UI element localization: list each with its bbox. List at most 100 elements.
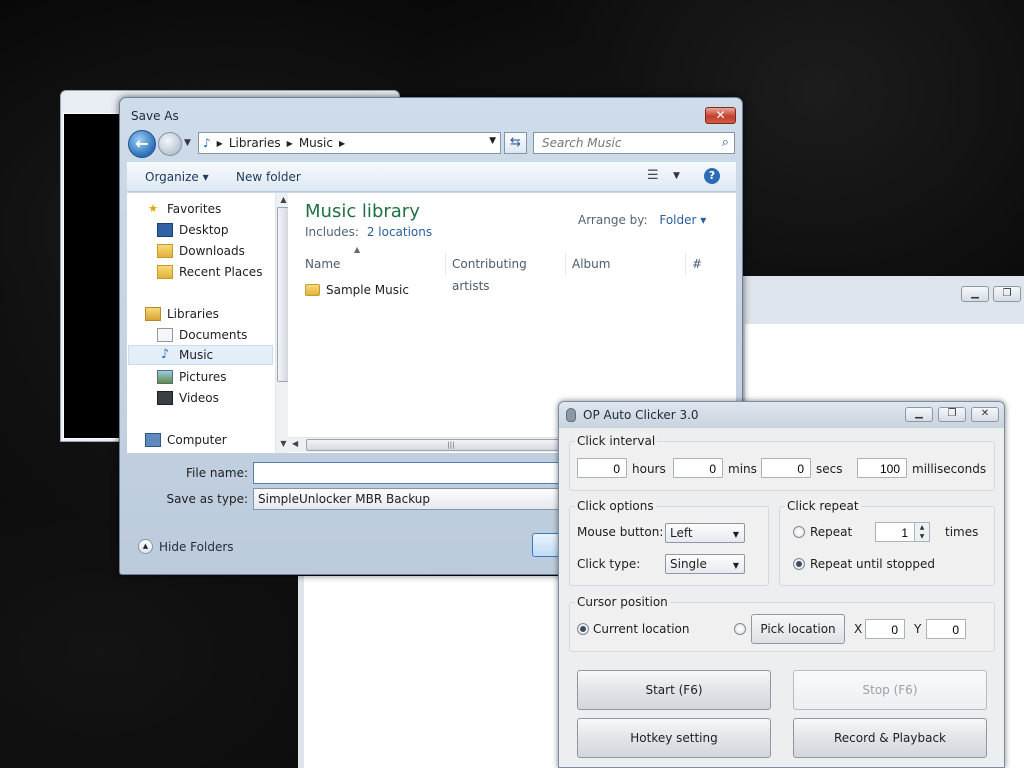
repeat-label: Repeat	[810, 525, 853, 539]
back-button[interactable]: ←	[128, 130, 156, 158]
command-toolbar: Organize ▾ New folder ☰ ▼ ?	[127, 162, 736, 192]
record-playback-button[interactable]: Record & Playback	[793, 718, 987, 758]
secs-input[interactable]	[761, 458, 811, 478]
y-label: Y	[914, 622, 922, 636]
view-dropdown-icon[interactable]: ▼	[673, 171, 680, 181]
y-input[interactable]	[926, 619, 966, 639]
window-title: OP Auto Clicker 3.0	[583, 408, 699, 422]
file-name: Sample Music	[326, 283, 409, 297]
breadcrumb-libraries[interactable]: Libraries	[229, 136, 281, 150]
start-button[interactable]: Start (F6)	[577, 670, 771, 710]
repeat-until-stopped-radio[interactable]	[793, 558, 805, 570]
click-interval-label: Click interval	[575, 434, 658, 448]
refresh-button[interactable]: ⇆	[504, 132, 527, 154]
hide-folders-button[interactable]: ▲ Hide Folders	[138, 539, 234, 554]
column-header-number[interactable]: #	[685, 253, 725, 275]
videos-icon	[157, 391, 173, 405]
hotkey-setting-button[interactable]: Hotkey setting	[577, 718, 771, 758]
view-options-icon[interactable]: ☰	[647, 168, 659, 183]
restore-icon[interactable]: ❐	[993, 286, 1021, 302]
arrange-by-dropdown[interactable]: Folder ▾	[659, 213, 706, 227]
click-repeat-group	[779, 506, 995, 586]
current-location-radio[interactable]	[577, 623, 589, 635]
star-icon: ★	[148, 202, 158, 215]
x-input[interactable]	[865, 619, 905, 639]
nav-item-music[interactable]: ♪ Music	[128, 345, 273, 365]
pictures-icon	[157, 370, 173, 384]
file-name-label: File name:	[186, 466, 248, 480]
desktop-icon	[157, 223, 173, 237]
chevron-up-icon: ▲	[138, 539, 153, 554]
computer-icon	[145, 433, 161, 447]
stop-button[interactable]: Stop (F6)	[793, 670, 987, 710]
address-bar[interactable]: ♪ ▶ Libraries ▶ Music ▶ ▼	[198, 132, 501, 154]
dialog-title: Save As	[131, 109, 179, 123]
minimize-icon[interactable]: ▁	[961, 286, 989, 302]
milliseconds-label: milliseconds	[912, 462, 987, 476]
recent-places-icon	[157, 265, 173, 279]
search-input[interactable]: Search Music ⌕	[533, 132, 735, 154]
click-type-label: Click type:	[577, 557, 641, 571]
milliseconds-input[interactable]	[857, 458, 907, 478]
save-as-type-select[interactable]: SimpleUnlocker MBR Backup	[253, 488, 563, 510]
secs-label: secs	[816, 462, 843, 476]
breadcrumb-music[interactable]: Music	[299, 136, 333, 150]
column-header-album[interactable]: Album	[565, 253, 685, 275]
pick-location-button[interactable]: Pick location	[751, 614, 845, 644]
click-options-label: Click options	[575, 499, 656, 513]
column-header-name[interactable]: Name	[299, 253, 445, 275]
file-name-input[interactable]	[253, 462, 563, 484]
address-dropdown-icon[interactable]: ▼	[489, 136, 496, 146]
documents-icon	[157, 328, 173, 342]
search-icon[interactable]: ⌕	[722, 135, 729, 150]
chevron-right-icon[interactable]: ▶	[339, 139, 345, 148]
click-options-group	[569, 506, 769, 586]
locations-link[interactable]: 2 locations	[367, 225, 432, 239]
library-title: Music library	[305, 201, 420, 222]
hours-label: hours	[632, 462, 666, 476]
music-note-icon: ♪	[160, 347, 170, 362]
mouse-icon	[566, 408, 576, 422]
minimize-icon[interactable]: ▁	[905, 407, 933, 422]
mouse-button-label: Mouse button:	[577, 525, 664, 539]
close-icon[interactable]: ✕	[971, 407, 999, 422]
repeat-stepper[interactable]: ▲ ▼	[914, 522, 930, 542]
hours-input[interactable]	[577, 458, 627, 478]
pick-location-radio[interactable]	[734, 623, 746, 635]
nav-item-favorites[interactable]: ★ Favorites	[145, 199, 291, 219]
help-icon[interactable]: ?	[704, 168, 720, 184]
chevron-down-icon: ▼	[732, 561, 739, 570]
repeat-until-stopped-label: Repeat until stopped	[810, 557, 935, 571]
current-location-label: Current location	[593, 622, 690, 636]
organize-button[interactable]: Organize ▾	[145, 170, 209, 184]
repeat-count-input[interactable]	[875, 522, 915, 542]
repeat-radio[interactable]	[793, 526, 805, 538]
list-item[interactable]: Sample Music	[305, 283, 409, 297]
column-header-contributing-artists[interactable]: Contributing artists	[445, 253, 565, 293]
library-includes: Includes: 2 locations	[305, 225, 433, 239]
mouse-button-dropdown[interactable]: Left ▼	[665, 523, 745, 543]
forward-button[interactable]	[158, 132, 182, 156]
scroll-left-icon[interactable]: ◀	[292, 439, 298, 448]
history-dropdown-icon[interactable]: ▼	[184, 138, 191, 148]
mins-input[interactable]	[673, 458, 723, 478]
click-repeat-label: Click repeat	[785, 499, 861, 513]
click-type-dropdown[interactable]: Single ▼	[665, 554, 745, 574]
hscroll-thumb[interactable]: |||	[306, 439, 596, 451]
arrange-by: Arrange by: Folder ▾	[578, 213, 707, 227]
folder-icon	[305, 284, 320, 296]
navigation-pane: ★ Favorites Desktop Downloads Recent Plac…	[127, 193, 290, 453]
chevron-right-icon[interactable]: ▶	[217, 139, 223, 148]
refresh-icon: ⇆	[510, 135, 521, 150]
chevron-right-icon[interactable]: ▶	[287, 139, 293, 148]
new-folder-button[interactable]: New folder	[236, 170, 301, 184]
arrow-left-icon: ←	[135, 134, 149, 153]
maximize-icon[interactable]: ❐	[938, 407, 966, 422]
nav-item-libraries[interactable]: Libraries	[145, 304, 291, 324]
nav-item-computer[interactable]: Computer	[145, 430, 291, 450]
auto-clicker-window: OP Auto Clicker 3.0 ▁ ❐ ✕ Click interval…	[558, 401, 1005, 768]
sort-up-icon: ▲	[354, 245, 361, 254]
mins-label: mins	[728, 462, 757, 476]
x-label: X	[854, 622, 863, 636]
close-button[interactable]: ✕	[705, 107, 736, 124]
